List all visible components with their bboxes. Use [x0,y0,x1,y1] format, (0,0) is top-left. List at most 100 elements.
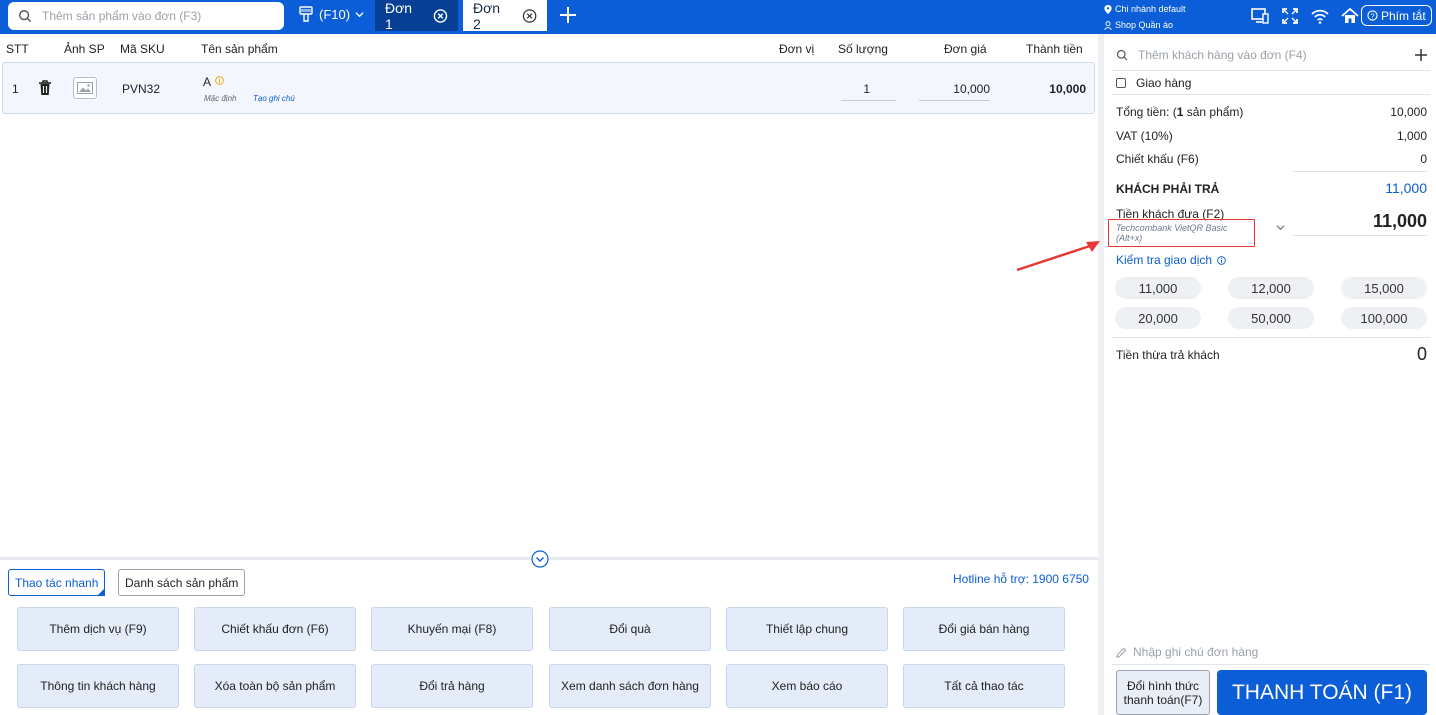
search-icon [1116,49,1128,61]
chevron-down-icon [355,11,364,17]
location-icon [1104,4,1112,14]
tab-order-2[interactable]: Đơn 2 [463,0,547,32]
tab-order-1[interactable]: Đơn 1 [375,0,458,32]
col-unit: Đơn vị [779,42,815,56]
customer-search-input[interactable] [1138,48,1408,62]
info-icon[interactable] [215,76,224,85]
close-tab-icon[interactable] [522,8,537,24]
quick-amount-pill[interactable]: 100,000 [1341,307,1427,329]
barcode-scanner-icon [299,6,313,22]
f10-label: (F10) [319,6,351,22]
order-note-input[interactable] [1133,645,1333,659]
total-value: 10,000 [1390,105,1427,119]
separator [1112,337,1430,338]
row-sku: PVN32 [122,82,161,96]
section-divider [0,557,1098,560]
close-tab-icon[interactable] [433,8,448,24]
wifi-icon[interactable] [1310,6,1330,26]
tab-quick-actions[interactable]: Thao tác nhanh [8,569,106,596]
product-table-header: STT Ảnh SP Mã SKU Tên sản phẩm Đơn vị Số… [0,34,1098,62]
row-stt: 1 [12,82,19,96]
quick-amount-pill[interactable]: 15,000 [1341,277,1427,299]
order-discount-button[interactable]: Chiết khấu đơn (F6) [194,607,356,651]
customer-info-button[interactable]: Thông tin khách hàng [17,664,179,708]
tab-label: Đơn 2 [473,0,501,32]
payable-value: 11,000 [1385,180,1427,196]
shop-name: Shop Quần áo [1115,20,1174,30]
separator [1112,70,1430,71]
paid-amount-input[interactable]: 11,000 [1373,211,1427,232]
quick-amount-pill[interactable]: 12,000 [1228,277,1314,299]
add-customer-icon[interactable] [1414,48,1428,62]
separator [1112,94,1430,95]
promotion-button[interactable]: Khuyến mại (F8) [371,607,533,651]
order-note[interactable] [1116,645,1333,659]
col-name: Tên sản phẩm [201,42,278,56]
delivery-checkbox[interactable] [1116,78,1126,88]
total-label-suffix: sản phẩm) [1183,105,1244,119]
paid-underline [1292,235,1428,236]
return-goods-button[interactable]: Đổi trả hàng [371,664,533,708]
add-note-link[interactable]: Tạo ghi chú [253,94,295,103]
hotline-text: Hotline hỗ trợ: 1900 6750 [953,572,1089,586]
chevron-down-icon[interactable] [1276,223,1285,232]
quick-amount-pill[interactable]: 20,000 [1115,307,1201,329]
change-value: 0 [1416,344,1427,364]
shortcut-button[interactable]: ? Phím tắt [1361,5,1432,26]
image-icon [77,82,93,94]
change-payment-method-button[interactable]: Đổi hình thức thanh toán(F7) [1116,670,1210,715]
discount-label: Chiết khấu (F6) [1116,152,1199,166]
fullscreen-icon[interactable] [1280,6,1300,26]
payment-method-select[interactable]: Techcombank VietQR Basic (Alt+x) [1108,219,1255,247]
delivery-label: Giao hàng [1136,76,1192,90]
vat-label: VAT (10%) [1116,129,1173,143]
shortcut-label: Phím tắt [1381,8,1426,23]
price-input[interactable]: 10,000 [919,77,990,101]
top-bar: (F10) Đơn 1 Đơn 2 Chi nhánh default Shop… [0,0,1436,34]
change-label: Tiền thừa trả khách [1116,348,1220,362]
col-image: Ảnh SP [64,42,105,56]
reports-button[interactable]: Xem báo cáo [726,664,888,708]
general-settings-button[interactable]: Thiết lập chung [726,607,888,651]
add-tab-icon[interactable] [558,5,578,25]
customer-search[interactable] [1116,48,1428,62]
separator [1112,664,1430,665]
collapse-chevron-icon[interactable] [531,550,549,568]
table-row[interactable]: 1 PVN32 A Mặc định Tạo ghi chú 1 10,000 … [2,62,1095,114]
tab-label: Đơn 1 [385,0,413,32]
quantity-input[interactable]: 1 [841,77,896,101]
redeem-gift-button[interactable]: Đổi quà [549,607,711,651]
vat-value: 1,000 [1396,129,1427,143]
pencil-icon [1116,647,1127,658]
store-info: Chi nhánh default Shop Quần áo [1104,1,1186,33]
total-label: Tổng tiền: (1 sản phẩm) [1116,105,1243,119]
tab-product-list[interactable]: Danh sách sản phẩm [118,569,246,596]
quick-amount-pill[interactable]: 50,000 [1228,307,1314,329]
discount-value[interactable]: 0 [1420,152,1427,166]
product-search-input[interactable] [42,9,272,23]
order-list-button[interactable]: Xem danh sách đơn hàng [549,664,711,708]
clear-products-button[interactable]: Xóa toàn bộ sản phẩm [194,664,356,708]
trash-icon[interactable] [38,80,52,96]
discount-underline [1292,171,1428,172]
monitor-icon[interactable] [1250,6,1270,26]
home-icon[interactable] [1340,6,1360,26]
branch-name: Chi nhánh default [1115,4,1186,14]
all-actions-button[interactable]: Tất cả thao tác [903,664,1065,708]
product-search[interactable] [8,2,284,30]
search-icon [19,10,32,23]
col-stt: STT [6,42,29,56]
product-image-placeholder [73,77,97,99]
add-service-button[interactable]: Thêm dịch vụ (F9) [17,607,179,651]
change-price-button[interactable]: Đổi giá bán hàng [903,607,1065,651]
check-transaction-label: Kiểm tra giao dịch [1116,253,1213,267]
top-icons [1250,6,1360,26]
scanner-mode-dropdown[interactable]: (F10) [298,6,364,22]
col-qty: Số lượng [838,42,888,56]
quick-amount-pill[interactable]: 11,000 [1115,277,1201,299]
delivery-option[interactable]: Giao hàng [1116,76,1191,90]
checkout-button[interactable]: THANH TOÁN (F1) [1217,670,1427,715]
check-transaction-link[interactable]: Kiểm tra giao dịch [1116,253,1226,267]
checkout-panel: Giao hàng Tổng tiền: (1 sản phẩm) 10,000… [1104,34,1436,715]
col-sku: Mã SKU [120,42,165,56]
